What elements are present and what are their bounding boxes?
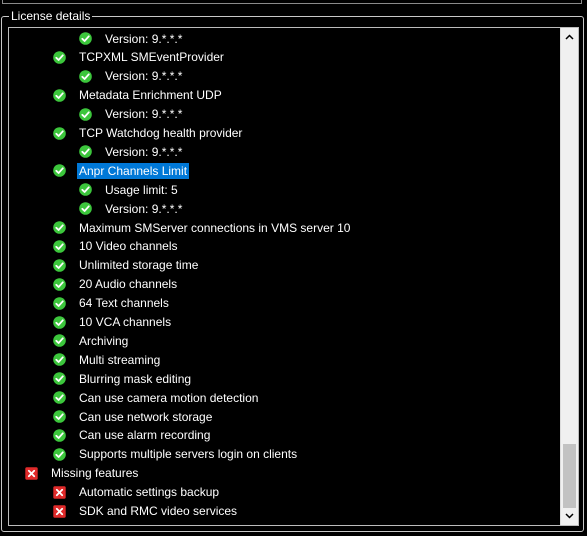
check-circle-icon (53, 334, 66, 348)
check-circle-icon (53, 296, 66, 310)
tree-item[interactable]: Maximum SMServer connections in VMS serv… (9, 218, 560, 237)
tree-item[interactable]: Automatic settings backup (9, 483, 560, 502)
tree-item-label: Version: 9.*.*.* (105, 107, 183, 122)
tree-item-label: Version: 9.*.*.* (105, 31, 183, 46)
tree-item[interactable]: 10 Video channels (9, 237, 560, 256)
check-circle-icon (53, 164, 66, 178)
tree-item-label: Version: 9.*.*.* (105, 144, 183, 159)
x-square-icon (25, 466, 38, 480)
scroll-thumb[interactable] (563, 444, 576, 508)
tree-item-label: Supports multiple servers login on clien… (79, 447, 298, 462)
tree-item[interactable]: Metadata Enrichment UDP (9, 86, 560, 105)
check-circle-icon (53, 372, 66, 385)
tree-item-label: Maximum SMServer connections in VMS serv… (79, 220, 351, 235)
check-circle-icon (79, 183, 92, 196)
tree-item[interactable]: Version: 9.*.*.* (9, 142, 560, 161)
license-details-group: License details Version: 9.*.*.* TCPXML S… (1, 8, 584, 532)
tree-item-label: Automatic settings backup (79, 485, 220, 500)
tree-item-label: Unlimited storage time (79, 258, 199, 273)
tree-item[interactable]: Usage limit: 5 (9, 180, 560, 199)
check-circle-icon (53, 51, 66, 64)
tree-item-label: Can use alarm recording (79, 428, 211, 443)
tree-item-label: Version: 9.*.*.* (105, 201, 183, 216)
x-square-icon (53, 485, 66, 499)
check-circle-icon (53, 258, 66, 272)
tree-item-label: Metadata Enrichment UDP (79, 88, 222, 103)
check-circle-icon (53, 126, 66, 140)
check-circle-icon (53, 240, 66, 253)
tree-item-label: 10 Video channels (79, 239, 178, 254)
tree-item[interactable]: 20 Audio channels (9, 275, 560, 294)
tree-item-label: Archiving (79, 333, 129, 348)
check-circle-icon (79, 32, 92, 45)
tree-item[interactable]: 10 VCA channels (9, 313, 560, 332)
tree-item[interactable]: Can use network storage (9, 407, 560, 426)
tree-item[interactable]: TCPXML SMEventProvider (9, 48, 560, 67)
check-circle-icon (53, 88, 66, 102)
tree-item-label: Usage limit: 5 (105, 182, 178, 197)
tree-item[interactable]: SDK and RMC video services (9, 502, 560, 521)
check-circle-icon (53, 429, 66, 442)
tree-item[interactable]: TCP Watchdog health provider (9, 124, 560, 143)
tree-item-label: Missing features (51, 466, 139, 481)
group-title: License details (9, 8, 93, 24)
top-field-edge (2, 0, 582, 4)
tree-item[interactable]: Missing features (9, 464, 560, 483)
tree-item-label: Blurring mask editing (79, 371, 192, 386)
tree-item[interactable]: Supports multiple servers login on clien… (9, 445, 560, 464)
tree-item-label: 10 VCA channels (79, 315, 172, 329)
scroll-up-button[interactable] (561, 28, 578, 46)
check-circle-icon (53, 447, 66, 461)
tree-item[interactable]: Version: 9.*.*.* (9, 199, 560, 218)
tree-item[interactable]: Unlimited storage time (9, 256, 560, 275)
tree-item[interactable]: Can use alarm recording (9, 426, 560, 445)
tree-item-label: SDK and RMC video services (79, 504, 238, 518)
tree-item[interactable]: Can use camera motion detection (9, 388, 560, 407)
tree-item-label: TCP Watchdog health provider (79, 126, 243, 140)
tree-item-label: 64 Text channels (79, 296, 169, 311)
check-circle-icon (79, 69, 92, 83)
check-circle-icon (79, 202, 92, 215)
x-square-icon (53, 504, 66, 518)
tree-item-label: Version: 9.*.*.* (105, 69, 183, 84)
check-circle-icon (53, 315, 66, 329)
tree-item-label: Can use network storage (79, 409, 213, 424)
tree-rows: Version: 9.*.*.* TCPXML SMEventProvider Ve… (9, 28, 560, 525)
check-circle-icon (53, 410, 66, 423)
tree-item[interactable]: Anpr Channels Limit (9, 161, 560, 180)
tree-item[interactable]: Multi streaming (9, 350, 560, 369)
tree-item[interactable]: Version: 9.*.*.* (9, 105, 560, 124)
tree-item[interactable]: Archiving (9, 331, 560, 350)
tree-item-label: Can use camera motion detection (79, 390, 259, 405)
tree-item-label: Multi streaming (79, 352, 161, 367)
tree-item[interactable]: Version: 9.*.*.* (9, 67, 560, 86)
check-circle-icon (53, 277, 66, 291)
check-circle-icon (53, 391, 66, 404)
check-circle-icon (53, 221, 66, 234)
chevron-up-icon (565, 34, 574, 40)
check-circle-icon (79, 107, 92, 121)
scroll-down-button[interactable] (561, 507, 578, 525)
tree-item[interactable]: Version: 9.*.*.* (9, 29, 560, 48)
tree-item-label: Anpr Channels Limit (77, 162, 190, 179)
check-circle-icon (53, 353, 66, 367)
tree-item-label: 20 Audio channels (79, 277, 178, 292)
tree-item[interactable]: Blurring mask editing (9, 369, 560, 388)
tree-item-label: TCPXML SMEventProvider (79, 50, 224, 65)
tree-item[interactable]: 64 Text channels (9, 294, 560, 313)
license-tree[interactable]: Version: 9.*.*.* TCPXML SMEventProvider Ve… (8, 27, 579, 526)
check-circle-icon (79, 145, 92, 159)
vertical-scrollbar[interactable] (560, 28, 578, 525)
chevron-down-icon (565, 513, 574, 519)
